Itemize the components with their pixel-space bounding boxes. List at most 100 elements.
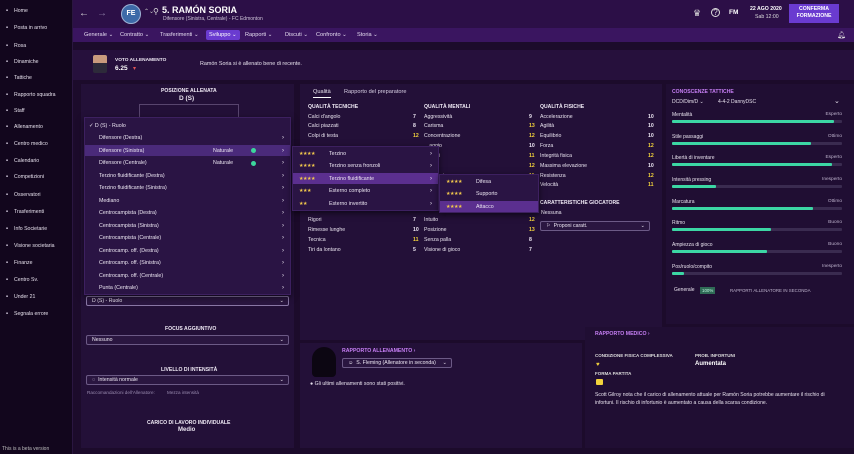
nav-tab-4[interactable]: Rapporti ⌄ xyxy=(242,30,275,40)
coach-select[interactable]: ☺ S. Fleming (Allenatore in seconda) ⌄ xyxy=(342,358,452,368)
sidebar-item-18[interactable]: ▪ Segnala errore xyxy=(0,309,73,319)
position-role-select[interactable]: D (S) - Ruolo ⌄ xyxy=(86,296,289,306)
position-menu-label: Centrocampista (Centrale) xyxy=(99,235,162,241)
tactics-icon: ▪ xyxy=(5,75,9,81)
position-menu-item[interactable]: Terzino fluidificante (Sinistra) › xyxy=(85,183,290,194)
tactical-role-select[interactable]: DCD/Dim/D ⌄ xyxy=(672,99,704,105)
role-menu-item[interactable]: ★★★★ Terzino › xyxy=(293,148,438,159)
sidebar-item-0[interactable]: ▪ Home xyxy=(0,6,73,16)
confirm-lineup-button[interactable]: CONFERMA FORMAZIONE xyxy=(789,4,839,23)
sidebar-item-13[interactable]: ▪ Info Societarie xyxy=(0,224,73,234)
sidebar-item-7[interactable]: ▪ Allenamento xyxy=(0,122,73,132)
position-menu-item[interactable]: Difensore (Centrale) Naturale › xyxy=(85,158,290,169)
nav-tab-5[interactable]: Discuti ⌄ xyxy=(282,30,311,40)
duty-menu-item[interactable]: ★★★★ Difesa xyxy=(440,176,538,187)
sidebar-item-17[interactable]: ▪ Under 21 xyxy=(0,292,73,302)
role-menu-item[interactable]: ★★★★ Terzino fluidificante › xyxy=(293,173,438,185)
nav-bar: Generale ⌄ Contratto ⌄ Trasferimenti ⌄ Svil… xyxy=(73,28,854,42)
attribute-value: 8 xyxy=(529,236,532,243)
pitch-diagram xyxy=(139,104,239,118)
help-icon[interactable]: ? xyxy=(711,8,720,17)
attribute-value: 8 xyxy=(413,122,416,129)
transfers-icon: ▪ xyxy=(5,209,9,215)
attribute-name: Concentrazione xyxy=(424,132,461,139)
tactic-bar-fill xyxy=(672,163,832,166)
nav-tab-3[interactable]: Sviluppo ⌄ xyxy=(206,30,240,40)
tactic-label: Ritmo xyxy=(672,220,686,226)
position-menu-item[interactable]: Centrocamp. off. (Destra) › xyxy=(85,245,290,256)
position-menu-item[interactable]: ✓ D (S) - Ruolo xyxy=(85,120,290,131)
back-arrow-icon[interactable]: ← xyxy=(79,8,89,19)
role-menu-item[interactable]: ★★ Esterno invertito › xyxy=(293,198,438,209)
position-menu-item[interactable]: Punta (Centrale) › xyxy=(85,283,290,294)
trophy-icon[interactable]: ♛ xyxy=(693,8,701,19)
sidebar-item-1[interactable]: ▪ Posta in arrivo xyxy=(0,23,73,33)
workload-title: CARICO DI LAVORO INDIVIDUALE xyxy=(147,420,231,426)
attribute-value: 11 xyxy=(413,236,419,243)
search-icon[interactable]: ⚲ xyxy=(153,7,159,16)
attribute-name: Massima elevazione xyxy=(540,162,587,169)
sidebar-item-3[interactable]: ▪ Dinamiche xyxy=(0,57,73,67)
nav-tab-6[interactable]: Confronto ⌄ xyxy=(313,30,350,40)
sidebar-item-label: Allenamento xyxy=(14,124,43,130)
attribute-value: 13 xyxy=(529,122,535,129)
attribute-value: 10 xyxy=(413,226,419,233)
sidebar-item-16[interactable]: ▪ Centro Sv. xyxy=(0,275,73,285)
forward-arrow-icon[interactable]: → xyxy=(97,8,107,19)
nav-tab-2[interactable]: Trasferimenti ⌄ xyxy=(157,30,202,40)
sidebar-item-6[interactable]: ▪ Staff xyxy=(0,106,73,116)
tab-quality[interactable]: Qualità xyxy=(313,89,331,98)
chevron-right-icon: › xyxy=(282,210,284,216)
intensity-select[interactable]: ◌ Intensità normale ⌄ xyxy=(86,375,289,385)
role-menu-label: Esterno invertito xyxy=(329,200,368,207)
role-menu-item[interactable]: ★★★★ Terzino senza fronzoli › xyxy=(293,161,438,172)
position-menu-item[interactable]: Centrocamp. off. (Sinistra) › xyxy=(85,258,290,269)
natural-dot-icon xyxy=(251,160,256,166)
current-date: 22 AGO 2020 xyxy=(750,6,782,12)
characteristics-value: Nessuna xyxy=(541,210,562,216)
sidebar-item-9[interactable]: ▪ Calendario xyxy=(0,156,73,166)
attribute-name: Colpi di testa xyxy=(308,132,338,139)
medical-report-title[interactable]: RAPPORTO MEDICO › xyxy=(595,331,650,337)
propose-trait-select[interactable]: ⚐ Proponi caratt. ⌄ xyxy=(540,221,650,231)
sidebar-item-11[interactable]: ▪ Osservatori xyxy=(0,190,73,200)
nav-tab-0[interactable]: Generale ⌄ xyxy=(81,30,116,40)
position-menu-item[interactable]: Difensore (Sinistra) Naturale › xyxy=(85,145,290,156)
focus-select[interactable]: Nessuno ⌄ xyxy=(86,335,289,345)
position-menu-item[interactable]: Centrocampista (Centrale) › xyxy=(85,233,290,244)
sidebar-item-15[interactable]: ▪ Finanze xyxy=(0,258,73,268)
role-menu-item[interactable]: ★★★ Esterno completo › xyxy=(293,186,438,197)
position-menu-item[interactable]: Difensore (Destra) › xyxy=(85,133,290,144)
sidebar-item-14[interactable]: ▪ Visione societaria xyxy=(0,241,73,251)
notification-icon[interactable]: 🔔︎ xyxy=(837,31,846,39)
sidebar-item-8[interactable]: ▪ Centro medico xyxy=(0,139,73,149)
chevron-down-icon[interactable]: ⌄ xyxy=(834,97,840,105)
position-menu-item[interactable]: Terzino fluidificante (Destra) › xyxy=(85,170,290,181)
duty-menu-item[interactable]: ★★★★ Attacco xyxy=(440,201,538,212)
position-menu-item[interactable]: Centrocamp. off. (Centrale) › xyxy=(85,270,290,281)
position-menu-item[interactable]: Centrocampista (Destra) › xyxy=(85,208,290,219)
propose-trait-icon: ⚐ xyxy=(546,223,551,229)
role-menu-label: Terzino fluidificante xyxy=(329,175,375,182)
tab-coach-report[interactable]: Rapporto del preparatore xyxy=(344,89,407,95)
position-menu-label: Centrocampista (Destra) xyxy=(99,210,157,216)
attribute-name: Tecnica xyxy=(308,236,326,243)
attribute-value: 5 xyxy=(413,246,416,253)
attribute-name: Resistenza xyxy=(540,172,566,179)
nav-tab-7[interactable]: Storia ⌄ xyxy=(354,30,381,40)
sidebar-item-4[interactable]: ▪ Tattiche xyxy=(0,73,73,83)
attribute-name: Visione di gioco xyxy=(424,246,461,253)
sidebar-item-2[interactable]: ▪ Rosa xyxy=(0,41,73,51)
sidebar-item-12[interactable]: ▪ Trasferimenti xyxy=(0,207,73,217)
sidebar-item-5[interactable]: ▪ Rapporto squadra xyxy=(0,90,73,100)
nav-tab-1[interactable]: Contratto ⌄ xyxy=(117,30,152,40)
sidebar-item-10[interactable]: ▪ Competizioni xyxy=(0,172,73,182)
duty-menu-item[interactable]: ★★★★ Supporto xyxy=(440,189,538,200)
position-menu-item[interactable]: Centrocampista (Sinistra) › xyxy=(85,220,290,231)
tactical-formation-select[interactable]: 4-4-2 DannyDSC xyxy=(718,99,756,105)
coach-report-title[interactable]: RAPPORTO ALLENAMENTO › xyxy=(342,348,415,354)
duty-menu-label: Supporto xyxy=(476,191,498,197)
confirm-line1: CONFERMA xyxy=(799,6,829,12)
position-menu-item[interactable]: Mediano › xyxy=(85,195,290,206)
tactical-title: CONOSCENZE TATTICHE xyxy=(672,89,734,95)
